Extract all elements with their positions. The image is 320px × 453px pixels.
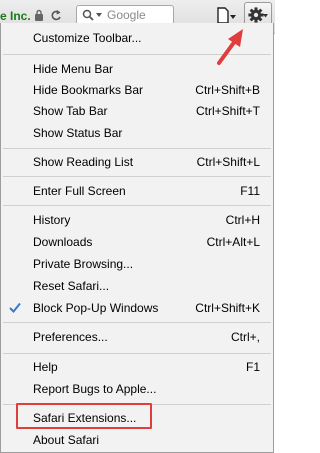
menu-item-label: History [33, 213, 71, 227]
menu-item-label: Preferences... [33, 330, 108, 344]
menu-item-label: Show Reading List [33, 155, 134, 169]
menu-item-label: Hide Bookmarks Bar [33, 83, 144, 97]
search-engine-dropdown-icon[interactable] [96, 13, 102, 17]
menu-item-label: Hide Menu Bar [33, 62, 114, 76]
menu-item-shortcut: Ctrl+, [230, 330, 260, 344]
page-icon [217, 7, 229, 24]
menu-item-history[interactable]: History Ctrl+H [1, 209, 273, 231]
menu-item-shortcut: F11 [240, 184, 260, 198]
menu-item-label: Downloads [33, 235, 93, 249]
menu-separator [3, 176, 271, 177]
red-arrow [217, 29, 243, 65]
menu-item-enter-full-screen[interactable]: Enter Full Screen F11 [1, 180, 273, 202]
menu-item-hide-bookmarks-bar[interactable]: Hide Bookmarks Bar Ctrl+Shift+B [1, 79, 273, 101]
menu-item-shortcut: Ctrl+Alt+L [206, 235, 260, 249]
menu-item-label: Enter Full Screen [33, 184, 126, 198]
menu-separator [3, 205, 271, 206]
menu-item-label: Report Bugs to Apple... [33, 382, 157, 396]
menu-separator [3, 353, 271, 354]
menu-item-downloads[interactable]: Downloads Ctrl+Alt+L [1, 231, 273, 253]
menu-item-label: Block Pop-Up Windows [33, 301, 159, 315]
menu-item-about-safari[interactable]: About Safari [1, 429, 273, 451]
gear-icon [248, 7, 268, 23]
settings-dropdown-menu: Customize Toolbar... Hide Menu Bar Hide … [0, 23, 274, 453]
menu-item-report-bugs[interactable]: Report Bugs to Apple... [1, 378, 273, 400]
search-icon [82, 9, 94, 21]
menu-item-shortcut: Ctrl+Shift+B [195, 83, 260, 97]
menu-item-label: Help [33, 360, 58, 374]
menu-item-label: Customize Toolbar... [33, 31, 142, 45]
menu-separator [3, 322, 271, 323]
menu-item-label: Show Tab Bar [33, 104, 108, 118]
reload-icon[interactable] [50, 8, 62, 22]
menu-item-show-status-bar[interactable]: Show Status Bar [1, 122, 273, 144]
menu-item-preferences[interactable]: Preferences... Ctrl+, [1, 326, 273, 348]
menu-item-label: Show Status Bar [33, 126, 123, 140]
search-input[interactable]: Google [76, 5, 174, 25]
lock-icon [35, 9, 43, 21]
highlight-box [16, 403, 152, 429]
menu-item-label: About Safari [33, 433, 100, 447]
menu-item-reset-safari[interactable]: Reset Safari... [1, 275, 273, 297]
chevron-down-icon [230, 15, 236, 19]
menu-item-show-reading-list[interactable]: Show Reading List Ctrl+Shift+L [1, 151, 273, 173]
menu-item-block-popup-windows[interactable]: Block Pop-Up Windows Ctrl+Shift+K [1, 297, 273, 319]
menu-item-shortcut: Ctrl+Shift+K [195, 301, 260, 315]
checkmark-icon [9, 302, 21, 313]
menu-item-shortcut: Ctrl+H [225, 213, 260, 227]
menu-item-label: Private Browsing... [33, 257, 134, 271]
search-placeholder: Google [107, 8, 146, 22]
menu-item-help[interactable]: Help F1 [1, 356, 273, 378]
menu-item-shortcut: Ctrl+Shift+T [195, 104, 260, 118]
menu-item-label: Reset Safari... [33, 279, 110, 293]
site-identity-text[interactable]: e Inc. [0, 9, 31, 23]
menu-separator [3, 148, 271, 149]
menu-item-shortcut: Ctrl+Shift+L [196, 155, 260, 169]
menu-item-private-browsing[interactable]: Private Browsing... [1, 253, 273, 275]
menu-item-show-tab-bar[interactable]: Show Tab Bar Ctrl+Shift+T [1, 100, 273, 122]
menu-item-shortcut: F1 [245, 360, 260, 374]
